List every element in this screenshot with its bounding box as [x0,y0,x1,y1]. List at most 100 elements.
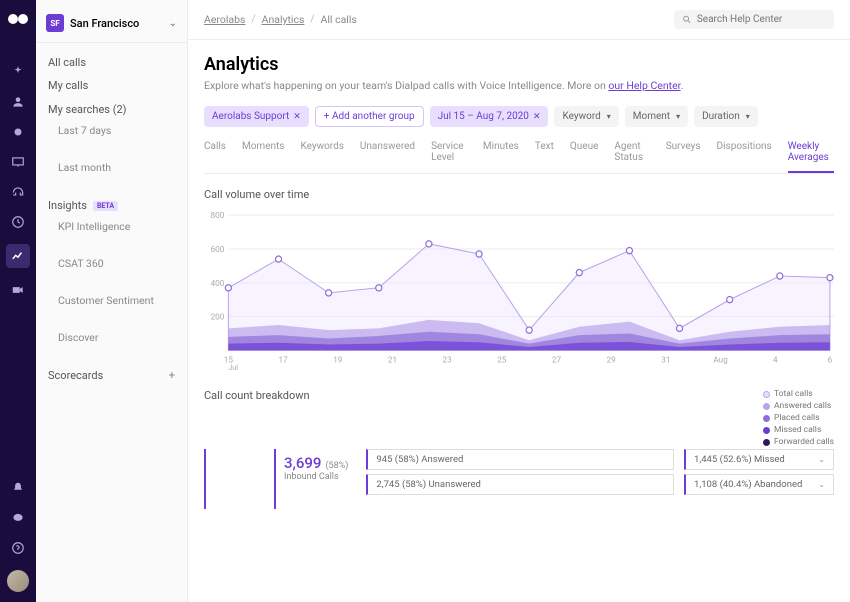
sidebar-item-mysearches[interactable]: My searches (2) [36,97,187,119]
search-icon [682,14,692,25]
sidebar-item-insights[interactable]: InsightsBETA [36,193,187,215]
search-input[interactable] [674,10,834,29]
legend-dot [763,439,770,446]
gear-icon[interactable] [10,124,26,140]
presentation-icon[interactable] [10,154,26,170]
sidebar-item-sentiment[interactable]: Customer Sentiment [36,289,187,312]
tab-agent-status[interactable]: Agent Status [614,141,649,173]
user-icon[interactable] [10,94,26,110]
svg-text:25: 25 [497,355,507,365]
sidebar-item-allcalls[interactable]: All calls [36,51,187,74]
page-title: Analytics [204,54,834,75]
svg-text:23: 23 [443,355,453,365]
chart-title: Call volume over time [204,188,834,201]
call-volume-chart: 200400600800151719212325272931Aug46Jul [204,211,834,371]
sidebar-item-kpi[interactable]: KPI Intelligence [36,215,187,238]
nav-rail [0,0,36,602]
svg-text:800: 800 [211,211,225,220]
workspace-selector[interactable]: SF San Francisco ⌄ [36,10,187,43]
chevron-down-icon: ⌄ [818,480,825,489]
tabs: Calls Moments Keywords Unanswered Service Le… [204,141,834,174]
svg-text:4: 4 [773,355,778,365]
svg-text:29: 29 [607,355,617,365]
legend-dot [763,391,770,398]
call-breakdown: 3,699 (58%) Inbound Calls 945 (58%) Answ… [204,449,834,509]
main-content: Aerolabs / Analytics / All calls Analyti… [188,0,850,602]
breakdown-unanswered[interactable]: 2,745 (58%) Unanswered [366,474,674,495]
filter-keyword[interactable]: Keyword▾ [554,106,618,127]
chevron-down-icon: ▾ [746,112,750,121]
help-icon[interactable] [10,540,26,556]
tab-keywords[interactable]: Keywords [300,141,343,173]
headset-icon[interactable] [10,184,26,200]
bell-icon[interactable] [10,480,26,496]
svg-text:31: 31 [661,355,670,365]
plus-icon[interactable]: + [169,369,175,382]
svg-text:400: 400 [211,278,225,288]
filter-duration[interactable]: Duration▾ [694,106,758,127]
chart-legend: Total calls Answered calls Placed calls … [763,389,834,449]
close-icon[interactable]: ✕ [293,112,301,122]
breakdown-missed[interactable]: 1,445 (52.6%) Missed⌄ [684,449,834,470]
tab-text[interactable]: Text [535,141,554,173]
add-group-button[interactable]: + Add another group [315,106,424,127]
chat-icon[interactable] [10,510,26,526]
avatar[interactable] [7,570,29,592]
breadcrumb[interactable]: Aerolabs [204,13,245,26]
filter-group[interactable]: Aerolabs Support✕ [204,106,309,127]
close-icon[interactable]: ✕ [533,112,541,122]
legend-dot [763,403,770,410]
tab-moments[interactable]: Moments [242,141,284,173]
breadcrumb: All calls [321,13,357,26]
sidebar-item-mycalls[interactable]: My calls [36,74,187,97]
analytics-icon[interactable] [6,244,30,268]
tab-unanswered[interactable]: Unanswered [360,141,415,173]
sidebar-item-discover[interactable]: Discover [36,326,187,349]
sparkle-icon[interactable] [10,64,26,80]
beta-badge: BETA [93,201,118,211]
svg-text:17: 17 [279,355,289,365]
filter-moment[interactable]: Moment▾ [625,106,688,127]
svg-text:6: 6 [828,355,833,365]
tab-minutes[interactable]: Minutes [483,141,519,173]
topbar: Aerolabs / Analytics / All calls [188,0,850,40]
tab-surveys[interactable]: Surveys [666,141,701,173]
chevron-down-icon: ⌄ [818,455,825,464]
history-icon[interactable] [10,214,26,230]
sidebar-item-last7[interactable]: Last 7 days [36,119,187,142]
sidebar-item-csat[interactable]: CSAT 360 [36,252,187,275]
svg-text:Jul: Jul [228,363,238,371]
breakdown-answered[interactable]: 945 (58%) Answered [366,449,674,470]
breakdown-inbound: 3,699 (58%) Inbound Calls [274,449,356,509]
logo-icon [9,10,27,28]
search-field[interactable] [697,14,826,25]
tab-service-level[interactable]: Service Level [431,141,467,173]
sidebar: SF San Francisco ⌄ All calls My calls My… [36,0,188,602]
tab-queue[interactable]: Queue [570,141,599,173]
tab-weekly-averages[interactable]: Weekly Averages [788,141,834,173]
svg-text:600: 600 [211,244,225,254]
svg-text:21: 21 [388,355,397,365]
svg-text:200: 200 [211,312,225,322]
breakdown-block [204,449,264,509]
filter-date[interactable]: Jul 15 – Aug 7, 2020✕ [430,106,549,127]
chevron-down-icon: ▾ [607,112,611,121]
breakdown-abandoned[interactable]: 1,108 (40.4%) Abandoned⌄ [684,474,834,495]
chevron-down-icon: ⌄ [169,18,177,29]
help-link[interactable]: our Help Center [608,79,680,92]
sidebar-item-scorecards[interactable]: Scorecards+ [36,363,187,385]
svg-text:27: 27 [552,355,562,365]
video-icon[interactable] [10,282,26,298]
breakdown-title: Call count breakdown [204,389,310,402]
tab-calls[interactable]: Calls [204,141,226,173]
sidebar-item-lastmonth[interactable]: Last month [36,156,187,179]
legend-dot [763,427,770,434]
legend-dot [763,415,770,422]
breadcrumb[interactable]: Analytics [262,13,305,26]
filter-bar: Aerolabs Support✕ + Add another group Ju… [204,106,834,127]
svg-text:19: 19 [333,355,343,365]
svg-text:Aug: Aug [713,355,728,365]
page-subtitle: Explore what's happening on your team's … [204,79,834,92]
chevron-down-icon: ▾ [676,112,680,121]
tab-dispositions[interactable]: Dispositions [717,141,772,173]
